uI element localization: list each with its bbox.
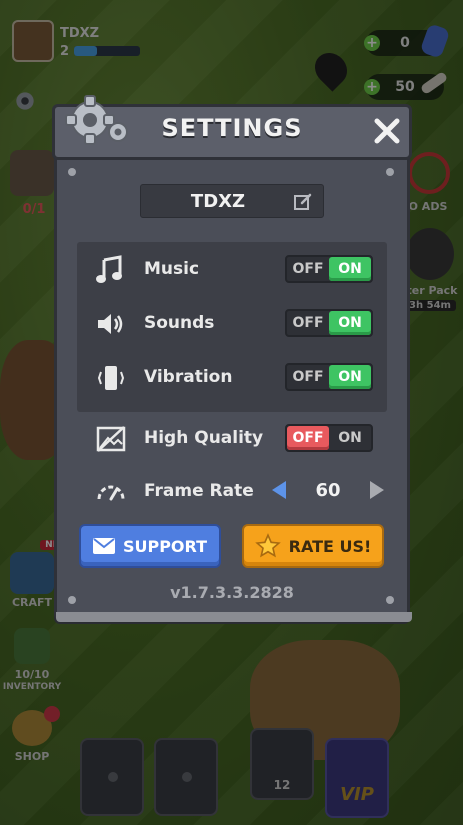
- vibration-off-option[interactable]: OFF: [287, 365, 329, 389]
- high-quality-on-option[interactable]: ON: [329, 426, 371, 450]
- sounds-on-option[interactable]: ON: [329, 311, 371, 335]
- frame-rate-value: 60: [315, 480, 341, 501]
- sounds-off-option[interactable]: OFF: [287, 311, 329, 335]
- frame-rate-increase-arrow[interactable]: [370, 481, 384, 499]
- music-toggle[interactable]: OFF ON: [285, 255, 373, 283]
- edit-pencil-icon[interactable]: [293, 192, 313, 212]
- music-label: Music: [144, 259, 200, 279]
- close-icon[interactable]: [372, 116, 402, 146]
- star-icon: [254, 533, 281, 558]
- high-quality-off-option[interactable]: OFF: [287, 426, 329, 450]
- sounds-toggle[interactable]: OFF ON: [285, 309, 373, 337]
- speedometer-icon: [97, 485, 125, 501]
- support-button[interactable]: SUPPORT: [79, 524, 221, 568]
- music-note-icon: [96, 255, 122, 283]
- support-label: SUPPORT: [122, 536, 208, 556]
- panel-rivet: [386, 168, 394, 176]
- rate-us-button[interactable]: RATE US!: [242, 524, 384, 568]
- speaker-icon: [98, 314, 123, 334]
- sounds-label: Sounds: [144, 313, 215, 333]
- vibration-on-option[interactable]: ON: [329, 365, 371, 389]
- vibration-label: Vibration: [144, 367, 233, 387]
- image-quality-icon: [96, 426, 126, 452]
- high-quality-toggle[interactable]: OFF ON: [285, 424, 373, 452]
- vibration-icon: [97, 366, 125, 390]
- username-field[interactable]: TDXZ: [140, 184, 324, 218]
- envelope-icon: [92, 538, 115, 554]
- settings-title: SETTINGS: [161, 114, 303, 142]
- username-text: TDXZ: [190, 191, 246, 212]
- rate-us-label: RATE US!: [288, 536, 372, 556]
- frame-rate-decrease-arrow[interactable]: [272, 481, 286, 499]
- panel-rivet: [68, 168, 76, 176]
- panel-bottom-edge: [56, 612, 412, 622]
- high-quality-label: High Quality: [144, 428, 264, 448]
- music-on-option[interactable]: ON: [329, 257, 371, 281]
- version-text: v1.7.3.3.2828: [170, 583, 294, 602]
- vibration-toggle[interactable]: OFF ON: [285, 363, 373, 391]
- frame-rate-label: Frame Rate: [144, 481, 254, 501]
- music-off-option[interactable]: OFF: [287, 257, 329, 281]
